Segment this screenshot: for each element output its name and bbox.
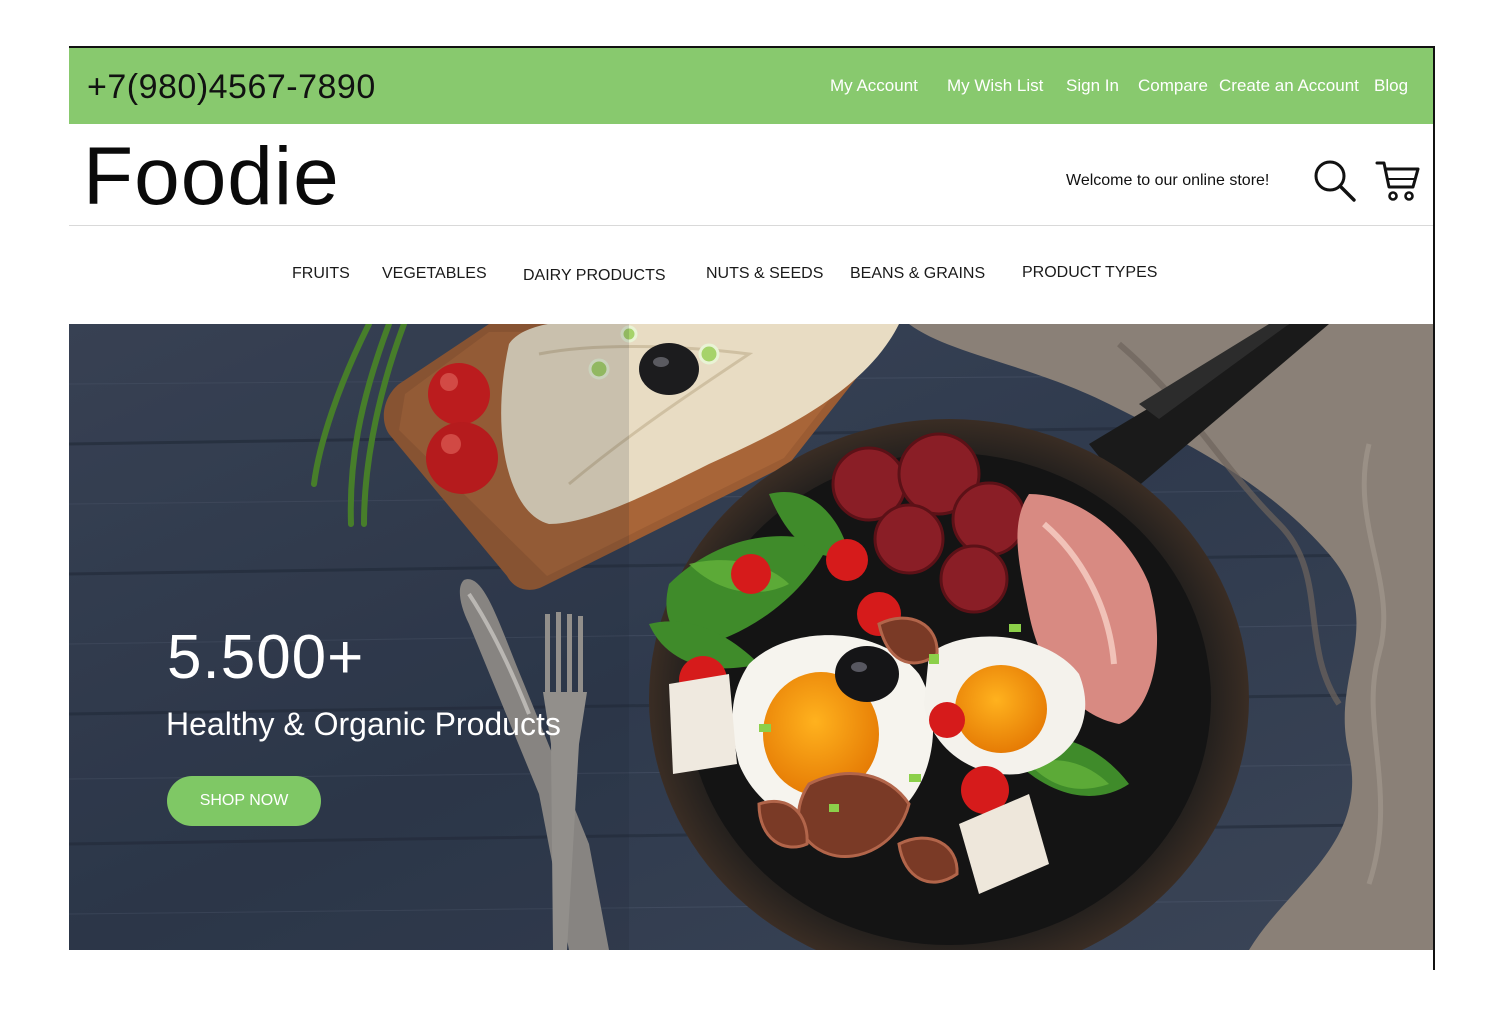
search-icon — [1314, 160, 1356, 202]
nav-item-beans-grains[interactable]: BEANS & GRAINS — [850, 265, 985, 283]
cart-button[interactable] — [1375, 159, 1423, 203]
nav-item-product-types[interactable]: PRODUCT TYPES — [1022, 264, 1157, 282]
content-divider — [69, 950, 1433, 970]
link-create-account[interactable]: Create an Account — [1219, 76, 1359, 96]
welcome-message: Welcome to our online store! — [1066, 172, 1270, 189]
site-header: Foodie Welcome to our online store! — [69, 124, 1433, 226]
nav-item-vegetables[interactable]: VEGETABLES — [382, 265, 487, 283]
hero-product-count: 5.500+ — [167, 623, 365, 692]
cart-icon — [1375, 161, 1420, 201]
link-sign-in[interactable]: Sign In — [1066, 76, 1119, 96]
link-blog[interactable]: Blog — [1374, 76, 1408, 96]
top-bar: +7(980)4567-7890 My Account My Wish List… — [69, 48, 1433, 124]
nav-item-nuts-seeds[interactable]: NUTS & SEEDS — [706, 265, 823, 283]
link-my-wish-list[interactable]: My Wish List — [947, 76, 1043, 96]
phone-number: +7(980)4567-7890 — [87, 68, 376, 106]
link-compare[interactable]: Compare — [1138, 76, 1208, 96]
link-my-account[interactable]: My Account — [830, 76, 918, 96]
category-nav: FRUITS VEGETABLES DAIRY PRODUCTS NUTS & … — [69, 227, 1433, 324]
shop-now-button[interactable]: SHOP NOW — [167, 776, 321, 826]
nav-item-dairy-products[interactable]: DAIRY PRODUCTS — [523, 267, 666, 285]
hero-banner: 5.500+ Healthy & Organic Products SHOP N… — [69, 324, 1433, 950]
search-button[interactable] — [1313, 159, 1357, 203]
site-logo[interactable]: Foodie — [83, 132, 340, 222]
page-frame: +7(980)4567-7890 My Account My Wish List… — [69, 46, 1435, 970]
nav-item-fruits[interactable]: FRUITS — [292, 265, 350, 283]
hero-subtitle: Healthy & Organic Products — [166, 706, 561, 742]
